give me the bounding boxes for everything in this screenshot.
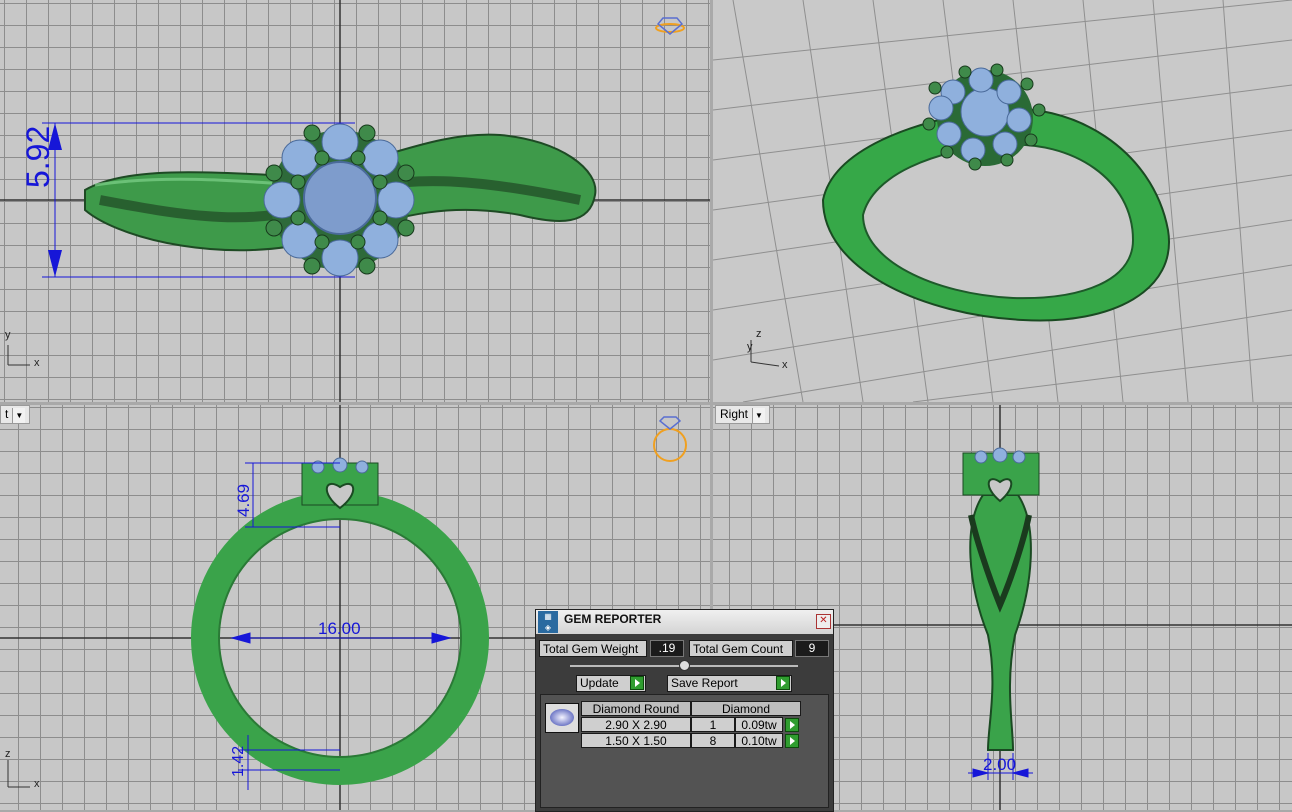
diamond-round-icon (545, 703, 579, 733)
dimension-width-label: 2.00 (983, 755, 1017, 774)
perspective-canvas (713, 0, 1292, 402)
persp-axis-y: y (747, 341, 753, 353)
gem-reporter-app-icon: ▦ ◈ (538, 611, 558, 633)
table-row-weight: 0.09tw (735, 717, 783, 732)
axis-y-label: y (5, 329, 11, 341)
save-report-button[interactable]: Save Report (667, 675, 792, 692)
close-icon[interactable]: ✕ (816, 614, 831, 629)
chevron-down-icon[interactable]: ▼ (12, 408, 26, 423)
table-row-weight: 0.10tw (735, 733, 783, 748)
gizmo-icon (655, 17, 685, 35)
total-gem-count-value: 9 (795, 640, 829, 657)
front-axis-z: z (5, 748, 11, 760)
dimension-head-label: 4.69 (234, 483, 253, 517)
dimension-height-label: 5.92 (20, 125, 56, 188)
axis-x-label: x (34, 357, 40, 369)
save-report-play-icon[interactable] (776, 676, 790, 690)
persp-axis-x: x (782, 359, 788, 371)
right-viewport-label[interactable]: Right ▼ (715, 405, 771, 424)
gem-reporter-titlebar[interactable]: ▦ ◈ GEM REPORTER ✕ (536, 610, 833, 634)
front-viewport-label[interactable]: t ▼ (0, 405, 31, 424)
top-view-canvas (0, 0, 710, 402)
table-row-size: 2.90 X 2.90 (581, 717, 691, 732)
slider-knob[interactable] (679, 660, 690, 671)
update-play-icon[interactable] (630, 676, 644, 690)
row-1-play-icon[interactable] (785, 718, 799, 732)
gem-material-header: Diamond (691, 701, 801, 716)
table-row-size: 1.50 X 1.50 (581, 733, 691, 748)
center-diamond (303, 161, 377, 235)
table-row-count: 8 (691, 733, 735, 748)
top-viewport[interactable]: 5.92 y x (0, 0, 710, 402)
persp-axis-z: z (756, 328, 762, 340)
dimension-band-label: 1.42 (230, 745, 247, 777)
total-gem-weight-value: .19 (650, 640, 684, 657)
perspective-viewport[interactable]: z y x (713, 0, 1292, 402)
dimension-inner-label: 16.00 (318, 619, 361, 638)
total-gem-weight-label: Total Gem Weight (539, 640, 647, 657)
gem-shape-header: Diamond Round (581, 701, 691, 716)
gem-reporter-title: GEM REPORTER (564, 612, 662, 626)
total-gem-count-label: Total Gem Count (689, 640, 793, 657)
gizmo-front-icon (653, 416, 687, 462)
chevron-down-icon[interactable]: ▼ (752, 408, 766, 423)
front-axis-x: x (34, 778, 40, 790)
row-2-play-icon[interactable] (785, 734, 799, 748)
gem-list[interactable]: Diamond Round Diamond 2.90 X 2.90 1 0.09… (540, 694, 829, 808)
gem-reporter-panel[interactable]: ▦ ◈ GEM REPORTER ✕ Total Gem Weight .19 T… (535, 609, 834, 812)
table-row-count: 1 (691, 717, 735, 732)
